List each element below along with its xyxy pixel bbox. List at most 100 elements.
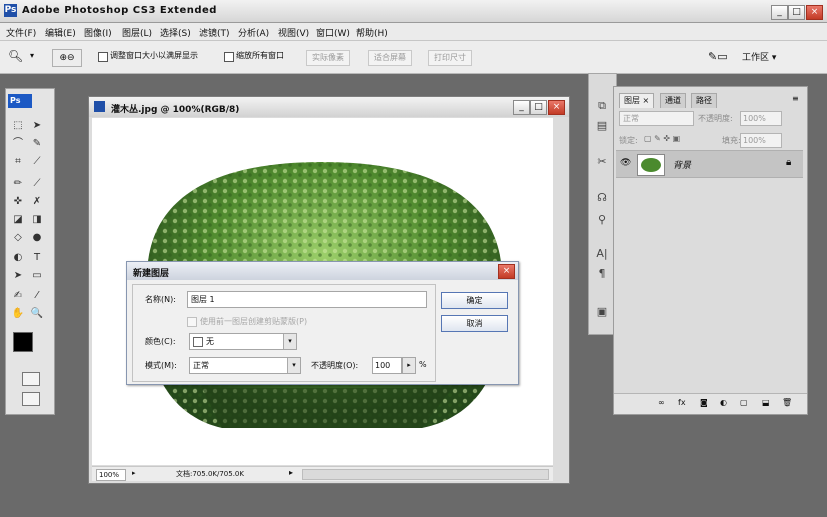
doc-maximize-button[interactable]: □: [530, 100, 547, 115]
shape-tool-icon[interactable]: ▭: [30, 269, 44, 283]
ok-button[interactable]: 确定: [441, 292, 508, 309]
chevron-down-icon[interactable]: ▾: [287, 358, 300, 373]
brush-tool-icon[interactable]: ⟋: [30, 177, 44, 191]
tab-paths[interactable]: 路径: [691, 93, 717, 108]
menu-filter[interactable]: 滤镜(T): [199, 26, 230, 39]
histogram-icon[interactable]: ▤: [593, 118, 611, 134]
layer-fill-field[interactable]: 100%: [740, 133, 782, 148]
eyedropper-icon[interactable]: ⁄: [30, 289, 44, 303]
opacity-unit: %: [419, 360, 427, 369]
lock-icons[interactable]: ▢ ✎ ✜ ▣: [644, 134, 680, 143]
menu-image[interactable]: 图像(I): [84, 26, 112, 39]
foreground-color-swatch[interactable]: [13, 332, 33, 352]
chevron-down-icon[interactable]: ▾: [283, 334, 296, 349]
lasso-tool-icon[interactable]: ⌒: [11, 137, 25, 151]
clone-stamp-icon[interactable]: ✜: [11, 195, 25, 209]
close-button[interactable]: ×: [806, 5, 823, 20]
opacity-field[interactable]: 100: [372, 357, 402, 374]
tab-layers[interactable]: 图层 ×: [619, 93, 655, 108]
zoom-in-out-icon[interactable]: ⊕⊖: [52, 49, 82, 67]
blur-tool-icon[interactable]: ◇: [11, 231, 25, 245]
opacity-slider-button[interactable]: ▸: [402, 357, 416, 374]
menu-analysis[interactable]: 分析(A): [238, 26, 269, 39]
clone-source-icon[interactable]: ⚲: [593, 212, 611, 228]
tools-preset-icon[interactable]: ✂: [593, 154, 611, 170]
layer-row-background[interactable]: 👁︎ 背景 🔒︎: [616, 150, 803, 178]
gradient-tool-icon[interactable]: ◨: [30, 213, 44, 227]
mode-select[interactable]: 正常 ▾: [189, 357, 301, 374]
path-selection-icon[interactable]: ➤: [11, 269, 25, 283]
link-layers-icon[interactable]: ∞: [658, 398, 665, 407]
minimize-button[interactable]: _: [771, 5, 788, 20]
zoom-level-field[interactable]: 100%: [96, 469, 126, 481]
marquee-tool-icon[interactable]: ⬚: [11, 119, 25, 133]
fit-screen-button[interactable]: 适合屏幕: [368, 50, 412, 66]
menu-view[interactable]: 视图(V): [278, 26, 309, 39]
layer-thumbnail: [637, 154, 665, 176]
color-select[interactable]: 无 ▾: [189, 333, 297, 350]
dodge-tool-icon[interactable]: ●: [30, 231, 44, 245]
menu-layer[interactable]: 图层(L): [122, 26, 152, 39]
navigator-icon[interactable]: ⧉: [593, 98, 611, 114]
maximize-button[interactable]: □: [788, 5, 805, 20]
layer-opacity-field[interactable]: 100%: [740, 111, 782, 126]
notes-tool-icon[interactable]: ✍: [11, 289, 25, 303]
workspace-menu[interactable]: 工作区 ▾: [742, 50, 776, 63]
info-icon[interactable]: ▣: [593, 304, 611, 320]
adjustment-layer-icon[interactable]: ◐: [720, 398, 727, 407]
cancel-button[interactable]: 取消: [441, 315, 508, 332]
menu-window[interactable]: 窗口(W): [316, 26, 350, 39]
title-bar: Ps Adobe Photoshop CS3 Extended _ □ ×: [0, 0, 827, 23]
type-tool-icon[interactable]: T: [30, 251, 44, 265]
dialog-title: 新建图层: [133, 269, 170, 279]
add-mask-icon[interactable]: ◙: [700, 398, 708, 407]
dialog-close-button[interactable]: ×: [498, 264, 515, 279]
horizontal-scrollbar[interactable]: [302, 469, 549, 480]
move-tool-icon[interactable]: ➤: [30, 119, 44, 133]
layer-opacity-label: 不透明度:: [698, 114, 733, 123]
screen-mode-icon[interactable]: [22, 392, 40, 406]
name-field[interactable]: 图层 1: [187, 291, 427, 308]
zoom-icon[interactable]: 🔍︎: [8, 49, 23, 63]
status-menu-arrow-icon[interactable]: ▸: [289, 468, 293, 477]
history-brush-icon[interactable]: ✗: [30, 195, 44, 209]
doc-close-button[interactable]: ×: [548, 100, 565, 115]
clip-mask-checkbox[interactable]: [187, 317, 197, 327]
healing-brush-icon[interactable]: ✏: [11, 177, 25, 191]
magic-wand-icon[interactable]: ✎: [30, 137, 44, 151]
menu-help[interactable]: 帮助(H): [356, 26, 388, 39]
crop-tool-icon[interactable]: ⌗: [11, 155, 25, 169]
zoom-all-checkbox[interactable]: [224, 52, 234, 62]
new-layer-icon[interactable]: ⬓: [762, 398, 770, 407]
tab-channels[interactable]: 通道: [660, 93, 686, 108]
layers-panel: 图层 × 通道 路径 ≡ 正常 不透明度: 100% 锁定: ▢ ✎ ✜ ▣ 填…: [613, 86, 808, 415]
menu-select[interactable]: 选择(S): [160, 26, 191, 39]
layer-style-icon[interactable]: fx: [678, 398, 686, 407]
layer-name: 背景: [673, 161, 692, 171]
doc-minimize-button[interactable]: _: [513, 100, 530, 115]
zoom-tool-icon[interactable]: 🔍: [30, 307, 44, 321]
brushes-icon[interactable]: ☊: [593, 190, 611, 206]
resize-windows-checkbox[interactable]: [98, 52, 108, 62]
quick-mask-icon[interactable]: [22, 372, 40, 386]
print-size-button[interactable]: 打印尺寸: [428, 50, 472, 66]
slice-tool-icon[interactable]: ⟋: [30, 155, 44, 169]
actual-pixels-button[interactable]: 实际像素: [306, 50, 350, 66]
pen-tool-icon[interactable]: ◐: [11, 251, 25, 265]
eraser-tool-icon[interactable]: ◪: [11, 213, 25, 227]
paragraph-icon[interactable]: ¶: [593, 266, 611, 282]
character-icon[interactable]: A|: [593, 246, 611, 262]
eye-icon[interactable]: 👁︎: [620, 158, 631, 168]
new-group-icon[interactable]: ▢: [740, 398, 748, 407]
panel-menu-icon[interactable]: ≡: [792, 94, 799, 103]
menu-file[interactable]: 文件(F): [6, 26, 36, 39]
chevron-down-icon[interactable]: ▾: [30, 51, 34, 60]
hand-tool-icon[interactable]: ✋: [11, 307, 25, 321]
document-icon: [94, 101, 105, 112]
status-arrow-icon[interactable]: ▸: [132, 469, 136, 477]
menu-edit[interactable]: 编辑(E): [45, 26, 76, 39]
dialog-title-bar: 新建图层 ×: [127, 262, 518, 280]
blend-mode-select[interactable]: 正常: [619, 111, 694, 126]
trash-icon[interactable]: 🗑: [782, 398, 792, 407]
brush-palette-icon[interactable]: ✎▭: [708, 50, 728, 63]
